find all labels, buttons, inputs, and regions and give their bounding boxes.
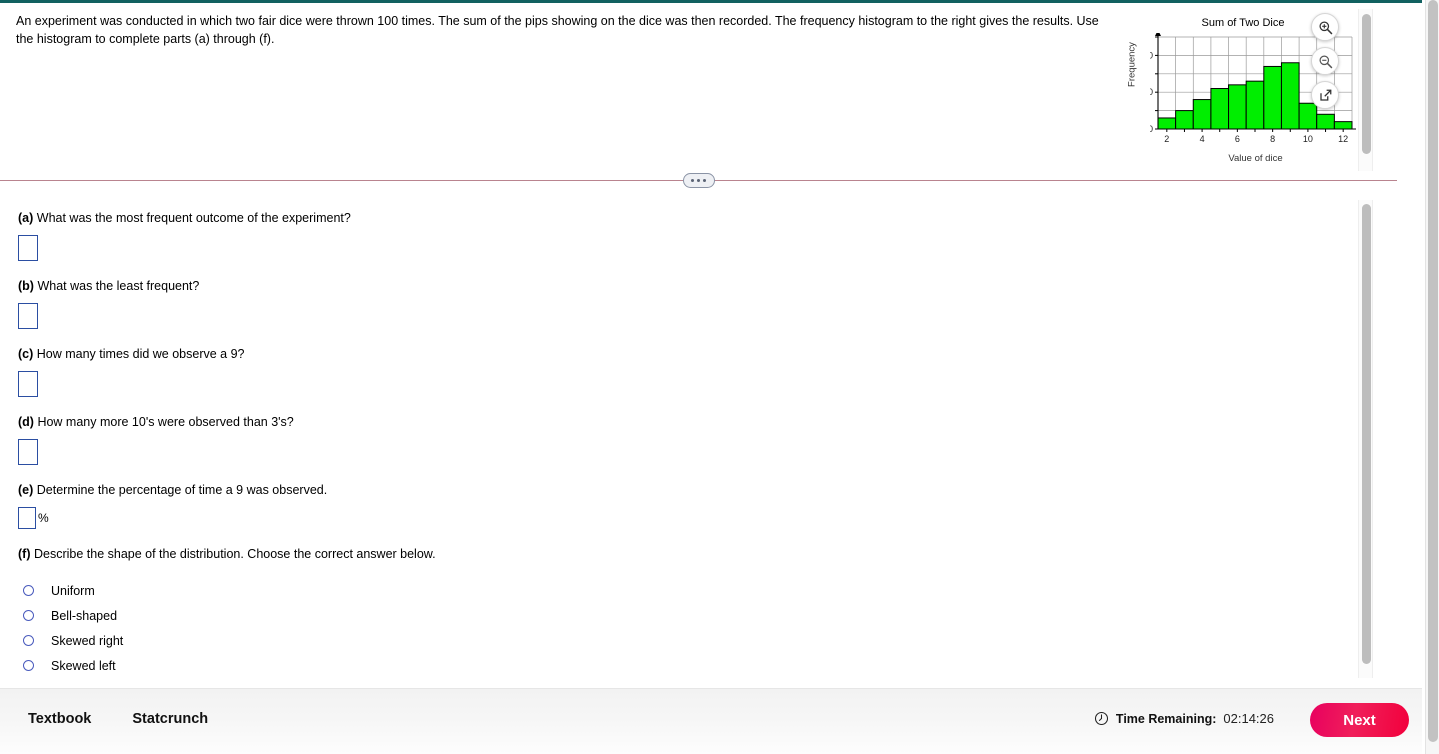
choice-label: Uniform bbox=[51, 583, 95, 598]
pop-out-icon bbox=[1319, 89, 1331, 101]
question-d-label: (d) bbox=[18, 415, 34, 429]
svg-text:0: 0 bbox=[1150, 124, 1153, 134]
questions-pane-scrollbar[interactable] bbox=[1358, 200, 1373, 678]
svg-text:10: 10 bbox=[1303, 134, 1313, 143]
question-e-label: (e) bbox=[18, 483, 34, 497]
time-remaining: Time Remaining: 02:14:26 bbox=[1094, 711, 1274, 726]
zoom-in-icon bbox=[1318, 20, 1332, 34]
answer-row-e: % bbox=[18, 507, 1358, 529]
chart-y-axis-label: Frequency bbox=[1126, 42, 1138, 87]
footer-bar: Textbook Statcrunch Time Remaining: 02:1… bbox=[0, 688, 1422, 754]
figure-toolbar bbox=[1311, 13, 1341, 115]
top-pane-scrollbar[interactable] bbox=[1358, 9, 1373, 171]
zoom-out-button[interactable] bbox=[1311, 47, 1339, 75]
questions-list: (a) What was the most frequent outcome o… bbox=[18, 210, 1358, 678]
answer-row-c bbox=[18, 371, 1358, 397]
time-remaining-label: Time Remaining: bbox=[1115, 711, 1217, 726]
pane-splitter[interactable] bbox=[0, 173, 1397, 188]
problem-stem: An experiment was conducted in which two… bbox=[16, 14, 1099, 46]
answer-row-d bbox=[18, 439, 1358, 465]
zoom-out-icon bbox=[1318, 54, 1332, 68]
svg-text:4: 4 bbox=[1200, 134, 1205, 143]
answer-input-d[interactable] bbox=[18, 439, 38, 465]
questions-pane: (a) What was the most frequent outcome o… bbox=[0, 196, 1397, 682]
chart-x-axis-label: Value of dice bbox=[1228, 153, 1283, 164]
choice-bell-shaped[interactable]: Bell-shaped bbox=[18, 603, 1358, 628]
page-scrollbar-thumb[interactable] bbox=[1428, 0, 1438, 742]
svg-text:2: 2 bbox=[1164, 134, 1169, 143]
answer-row-a bbox=[18, 235, 1358, 261]
question-a-text: What was the most frequent outcome of th… bbox=[36, 211, 351, 225]
choice-label: Skewed left bbox=[51, 658, 116, 673]
question-a: (a) What was the most frequent outcome o… bbox=[18, 210, 1358, 226]
question-f-label: (f) bbox=[18, 547, 31, 561]
question-b: (b) What was the least frequent? bbox=[18, 278, 1358, 294]
question-c-label: (c) bbox=[18, 347, 34, 361]
choice-skewed-left[interactable]: Skewed left bbox=[18, 653, 1358, 678]
textbook-link[interactable]: Textbook bbox=[28, 711, 91, 727]
question-d-text: How many more 10's were observed than 3'… bbox=[37, 415, 294, 429]
percent-suffix: % bbox=[38, 511, 49, 525]
radio-icon[interactable] bbox=[23, 660, 34, 671]
grip-dot bbox=[703, 179, 706, 182]
clock-icon bbox=[1094, 711, 1108, 726]
question-e-text: Determine the percentage of time a 9 was… bbox=[36, 483, 328, 497]
question-b-label: (b) bbox=[18, 279, 34, 293]
svg-text:6: 6 bbox=[1235, 134, 1240, 143]
question-b-text: What was the least frequent? bbox=[37, 279, 200, 293]
choice-label: Skewed right bbox=[51, 633, 124, 648]
choice-skewed-right[interactable]: Skewed right bbox=[18, 628, 1358, 653]
questions-pane-scrollbar-thumb[interactable] bbox=[1362, 204, 1371, 664]
choice-uniform[interactable]: Uniform bbox=[18, 578, 1358, 603]
answer-input-a[interactable] bbox=[18, 235, 38, 261]
question-f: (f) Describe the shape of the distributi… bbox=[18, 546, 1358, 562]
question-d: (d) How many more 10's were observed tha… bbox=[18, 414, 1358, 430]
question-f-text: Describe the shape of the distribution. … bbox=[33, 547, 436, 561]
answer-input-c[interactable] bbox=[18, 371, 38, 397]
radio-icon[interactable] bbox=[23, 610, 34, 621]
problem-statement-pane: An experiment was conducted in which two… bbox=[0, 3, 1397, 171]
footer-links: Textbook Statcrunch bbox=[28, 711, 208, 727]
next-button[interactable]: Next bbox=[1310, 703, 1409, 737]
grip-dot bbox=[697, 179, 700, 182]
answer-input-e[interactable] bbox=[18, 507, 36, 529]
question-e: (e) Determine the percentage of time a 9… bbox=[18, 482, 1358, 498]
radio-icon[interactable] bbox=[23, 585, 34, 596]
splitter-grip[interactable] bbox=[682, 173, 715, 188]
question-a-label: (a) bbox=[18, 211, 34, 225]
answer-input-b[interactable] bbox=[18, 303, 38, 329]
svg-text:20: 20 bbox=[1150, 50, 1153, 60]
answer-row-b bbox=[18, 303, 1358, 329]
choice-label: Bell-shaped bbox=[51, 608, 118, 623]
exam-page: An experiment was conducted in which two… bbox=[0, 0, 1439, 754]
question-c: (c) How many times did we observe a 9? bbox=[18, 346, 1358, 362]
zoom-in-button[interactable] bbox=[1311, 13, 1339, 41]
svg-text:10: 10 bbox=[1150, 87, 1153, 97]
choice-group: Uniform Bell-shaped Skewed right Skewed … bbox=[18, 578, 1358, 678]
page-scrollbar[interactable] bbox=[1425, 0, 1439, 754]
statcrunch-link[interactable]: Statcrunch bbox=[132, 711, 208, 727]
question-c-text: How many times did we observe a 9? bbox=[36, 347, 245, 361]
svg-text:12: 12 bbox=[1338, 134, 1348, 143]
pop-out-button[interactable] bbox=[1311, 81, 1339, 109]
radio-icon[interactable] bbox=[23, 635, 34, 646]
top-pane-scrollbar-thumb[interactable] bbox=[1362, 14, 1371, 154]
time-remaining-value: 02:14:26 bbox=[1223, 711, 1274, 726]
grip-dot bbox=[691, 179, 694, 182]
svg-text:8: 8 bbox=[1270, 134, 1275, 143]
